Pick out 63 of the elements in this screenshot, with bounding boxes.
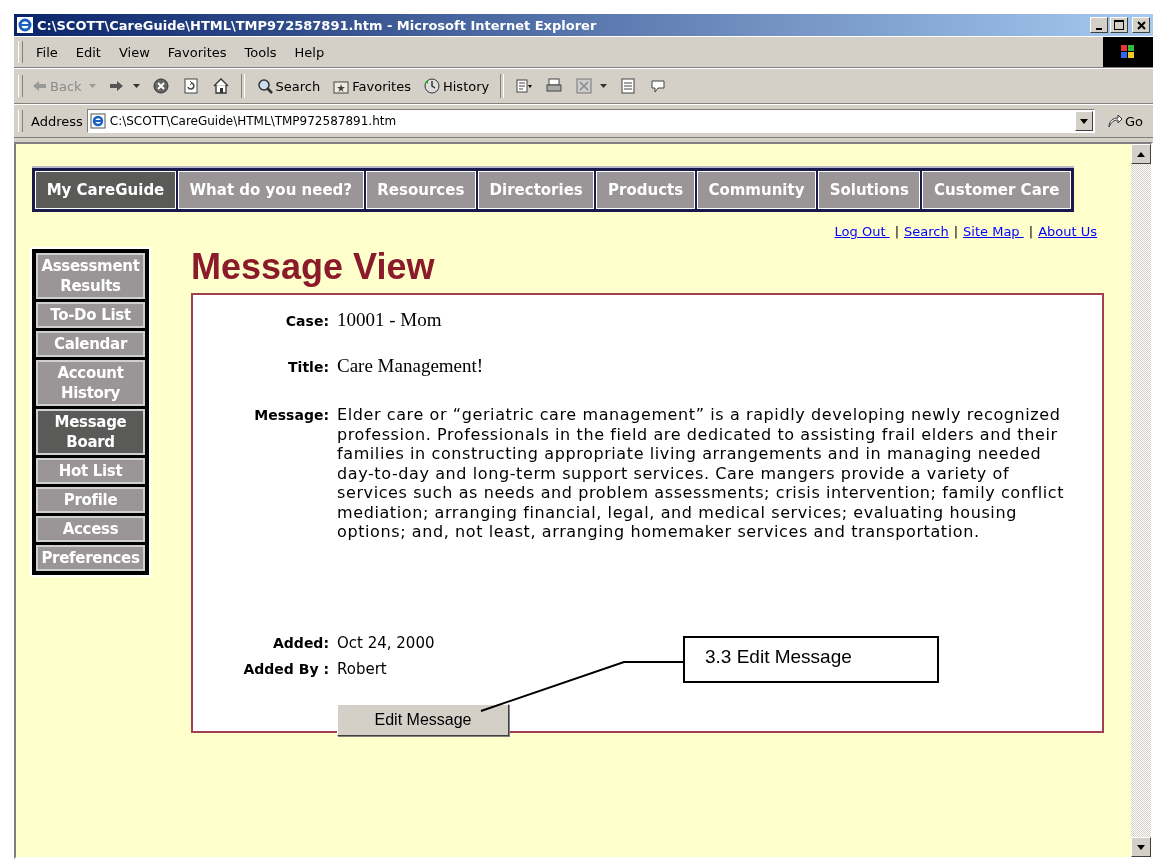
up-triangle-icon (1137, 151, 1145, 157)
address-label: Address (31, 113, 83, 129)
dropdown-button[interactable] (1074, 111, 1093, 131)
windows-logo-icon (1103, 37, 1153, 67)
separator-text: | (1028, 224, 1034, 239)
go-button[interactable]: Go (1098, 113, 1153, 129)
favorites-button[interactable]: Favorites (329, 76, 414, 96)
field-value: Care Management! (337, 355, 484, 377)
menu-item[interactable]: Help (285, 44, 334, 60)
separator-text: | (894, 224, 899, 239)
address-field[interactable]: C:\SCOTT\CareGuide\HTML\TMP972587891.htm (86, 109, 1095, 133)
search-icon (255, 78, 274, 94)
close-button[interactable] (1132, 17, 1150, 33)
document-icon (619, 78, 638, 94)
field-label: Added By : (242, 660, 329, 677)
separator-text: | (953, 224, 959, 239)
search-button[interactable]: Search (252, 76, 324, 96)
speech-bubble-icon (649, 78, 668, 94)
curved-arrow-icon (1106, 113, 1123, 129)
menu-item[interactable]: Tools (235, 44, 286, 60)
maximize-icon (1114, 20, 1124, 30)
browser-logo-icon (17, 17, 33, 33)
field-label: Added: (272, 634, 329, 651)
callout-note: 3.3 Edit Message (683, 636, 939, 683)
caret-icon (600, 84, 608, 88)
refresh-icon (181, 78, 200, 94)
caret-icon (132, 84, 140, 88)
clock-icon (422, 78, 441, 94)
home-icon (211, 78, 230, 94)
header-link[interactable]: Site Map (963, 224, 1024, 239)
field-value: Elder care or “geriatric care management” is a rapidly developing newly recognized profession. Professionals in the field are dedicated to assisting frail elders and their families in constructing appropriate living arrangements and in managing needed day-to-day and long-term support services. Care mangers provide a variety of services such as needs and problem assessments; crisis intervention; family conflict mediation; arranging financial, legal, and medical services; evaluating housing options; and, not least, arranging homemaker services and transportation. (337, 405, 1066, 542)
scroll-up-button[interactable] (1131, 144, 1151, 164)
scrollbar[interactable] (1131, 144, 1151, 857)
edit-message-button[interactable]: Edit Message (337, 703, 509, 736)
menu-item[interactable]: View (109, 44, 159, 60)
nav-tab[interactable]: My CareGuide (35, 171, 176, 209)
menu-item[interactable]: Favorites (158, 44, 236, 60)
menu-item[interactable]: File (27, 44, 67, 60)
field-value: Robert (337, 659, 387, 678)
stop-icon (151, 78, 170, 94)
caret-icon (88, 84, 96, 88)
field-value: Oct 24, 2000 (337, 633, 435, 652)
field-label: Case: (284, 313, 329, 329)
page-heading: Message View (191, 247, 436, 287)
down-triangle-icon (1137, 844, 1145, 850)
printer-icon (545, 78, 564, 94)
field-label: Title: (287, 359, 329, 375)
minimize-icon (1096, 27, 1102, 30)
sidebar-item[interactable]: Message Board (36, 409, 145, 455)
minimize-button[interactable] (1090, 17, 1108, 33)
window-title: C:\SCOTT\CareGuide\HTML\TMP972587891.htm - Microsoft Internet Explorer (37, 17, 598, 33)
header-link[interactable]: Log Out (834, 224, 890, 239)
scroll-down-button[interactable] (1131, 837, 1151, 857)
star-folder-icon (332, 78, 351, 94)
caret-icon (1079, 118, 1088, 124)
maximize-button[interactable] (1110, 17, 1128, 33)
header-link[interactable]: Search (904, 224, 949, 239)
field-value: 10001 - Mom (337, 309, 442, 331)
field-label: Message: (253, 407, 329, 423)
close-icon (1136, 20, 1146, 30)
history-button[interactable]: History (419, 76, 493, 96)
header-link[interactable]: About Us (1038, 224, 1097, 239)
menu-item[interactable]: Edit (66, 44, 110, 60)
